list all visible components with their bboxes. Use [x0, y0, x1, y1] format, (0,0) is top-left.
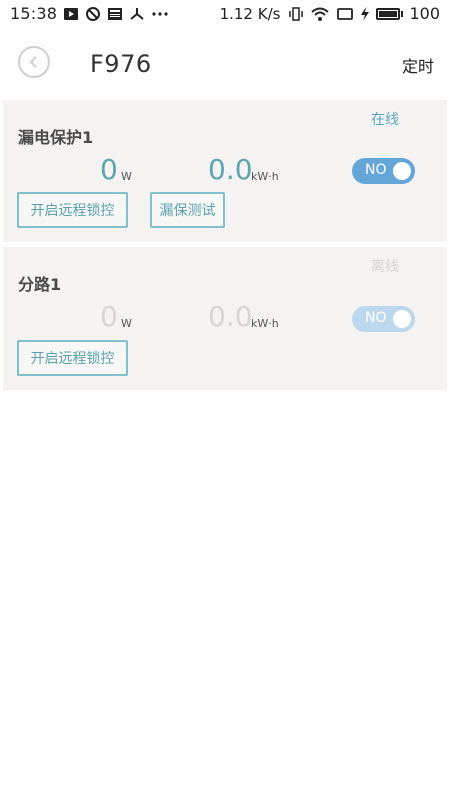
device-card: 分路1 离线 0 W 0.0 kW·h NO 开启远程锁控	[3, 247, 447, 390]
power-value: 0	[100, 300, 118, 333]
vibrate-icon	[288, 6, 304, 22]
toggle-label: NO	[365, 162, 387, 178]
video-icon	[63, 6, 79, 22]
energy-value: 0.0	[208, 153, 253, 186]
toggle-label: NO	[365, 310, 387, 326]
power-value: 0	[100, 153, 118, 186]
remote-lock-button[interactable]: 开启远程锁控	[17, 340, 128, 376]
energy-unit: kW·h	[251, 317, 279, 330]
status-bar: 15:38 1.12 K/s 100	[0, 0, 450, 28]
power-toggle[interactable]: NO	[352, 158, 415, 184]
power-unit: W	[121, 170, 132, 183]
back-button[interactable]	[18, 46, 50, 78]
do-not-disturb-icon	[85, 6, 101, 22]
device-status: 在线	[371, 112, 399, 128]
wifi-icon	[310, 6, 330, 22]
network-speed: 1.12 K/s	[219, 4, 281, 23]
status-time: 15:38	[10, 4, 58, 23]
device-name: 分路1	[18, 275, 62, 294]
page-title: F976	[90, 50, 152, 78]
screen-icon	[336, 6, 354, 22]
chevron-left-icon	[29, 56, 37, 68]
leakage-test-button[interactable]: 漏保测试	[150, 192, 225, 228]
more-icon	[151, 6, 169, 22]
status-bar-right: 1.12 K/s 100	[220, 4, 440, 23]
battery-level: 100	[409, 4, 440, 23]
device-status: 离线	[371, 259, 399, 275]
charging-icon	[360, 6, 370, 22]
remote-lock-button[interactable]: 开启远程锁控	[17, 192, 128, 228]
toggle-knob	[393, 162, 411, 180]
toggle-knob	[393, 310, 411, 328]
power-unit: W	[121, 317, 132, 330]
power-toggle[interactable]: NO	[352, 306, 415, 332]
status-bar-left: 15:38	[10, 4, 169, 23]
news-icon	[107, 6, 123, 22]
share-icon	[129, 6, 145, 22]
battery-icon	[376, 7, 404, 20]
app-header: F976 定时	[0, 28, 450, 98]
device-name: 漏电保护1	[18, 128, 94, 147]
energy-value: 0.0	[208, 300, 253, 333]
device-card: 漏电保护1 在线 0 W 0.0 kW·h NO 开启远程锁控 漏保测试	[3, 100, 447, 242]
energy-unit: kW·h	[251, 170, 279, 183]
timer-button[interactable]: 定时	[402, 53, 434, 77]
